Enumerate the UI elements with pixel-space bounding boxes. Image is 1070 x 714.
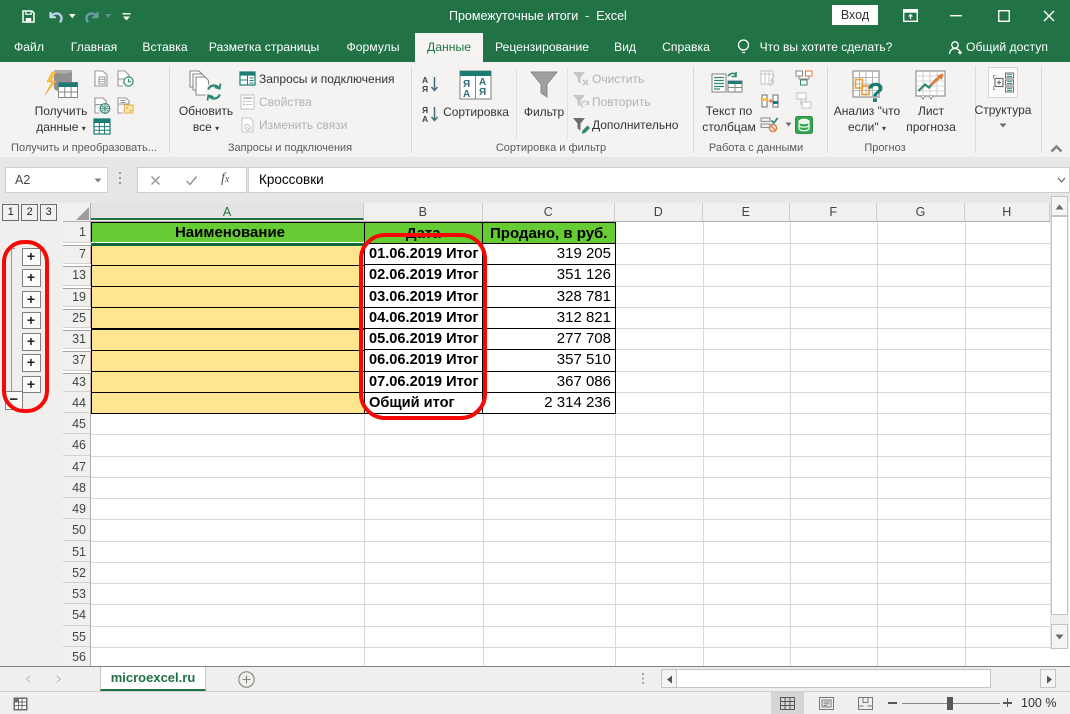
svg-text:Я: Я [422, 84, 428, 94]
svg-text:А: А [422, 114, 428, 124]
svg-text:А: А [463, 89, 470, 100]
svg-text:Я: Я [479, 87, 486, 98]
svg-text:?: ? [867, 77, 884, 103]
